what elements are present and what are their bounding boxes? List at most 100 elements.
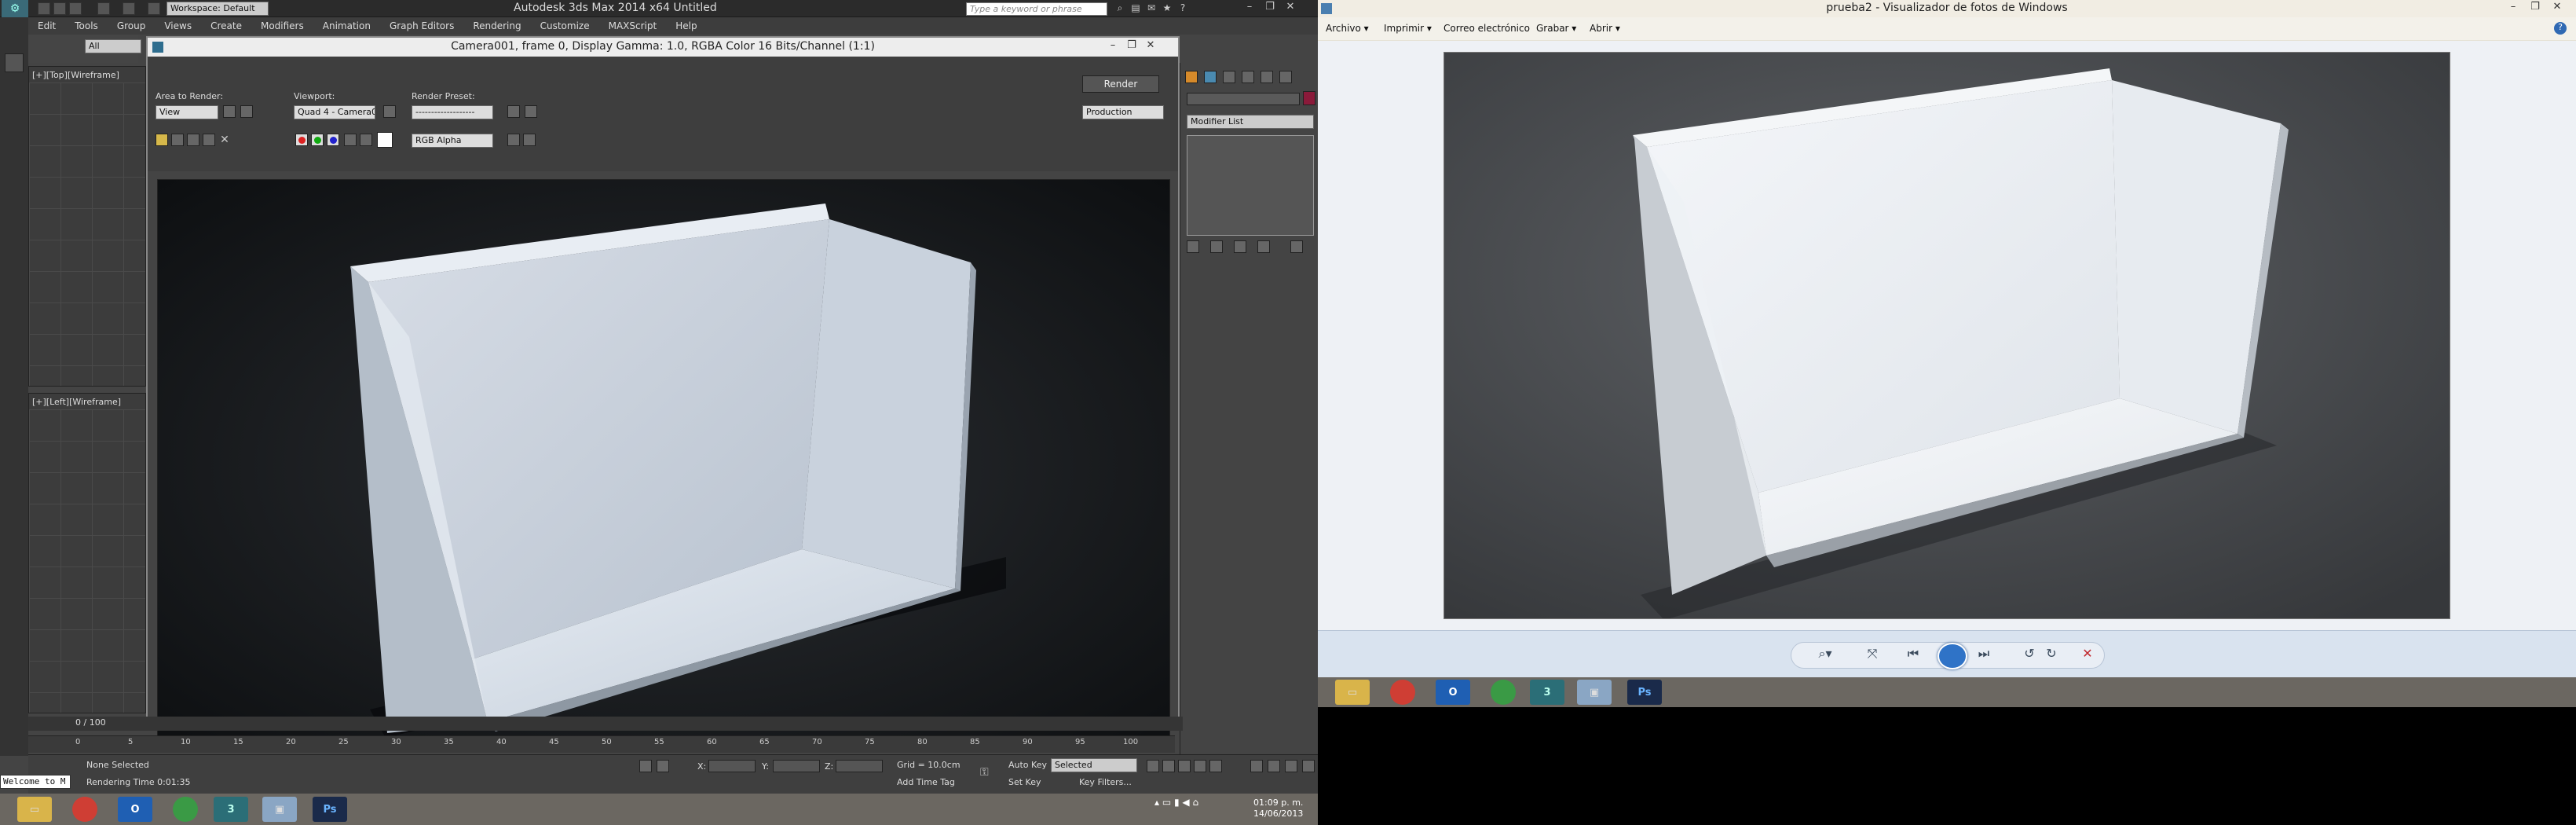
new-icon[interactable] — [38, 2, 50, 15]
close-icon[interactable]: ✕ — [1282, 1, 1299, 15]
actual-size-icon[interactable]: ⤧ — [1862, 646, 1883, 666]
play-icon[interactable] — [1178, 760, 1191, 772]
minimize-icon[interactable]: – — [1241, 1, 1258, 15]
key-icon[interactable]: ⚿ — [980, 766, 993, 779]
workspace-dropdown[interactable]: Workspace: Default — [166, 2, 269, 16]
environment-icon[interactable] — [525, 105, 537, 118]
menu-imprimir[interactable]: Imprimir ▾ — [1384, 23, 1432, 34]
create-tab-icon[interactable] — [1185, 71, 1198, 83]
delete-icon[interactable]: ✕ — [2077, 646, 2098, 666]
y-coordinate-field[interactable] — [773, 760, 820, 772]
menu-graph-editors[interactable]: Graph Editors — [380, 20, 463, 31]
render-button[interactable]: Render — [1082, 75, 1159, 93]
photoshop-icon[interactable]: Ps — [1627, 680, 1662, 705]
key-filters-button[interactable]: Key Filters... — [1079, 777, 1132, 787]
open-icon[interactable] — [53, 2, 66, 15]
minimize-icon[interactable]: – — [1104, 39, 1122, 53]
selection-lock-icon[interactable] — [639, 760, 652, 772]
outlook-icon[interactable]: O — [1436, 680, 1470, 705]
modify-tab-icon[interactable] — [1204, 71, 1217, 83]
redo-icon[interactable] — [123, 2, 135, 15]
menu-create[interactable]: Create — [201, 20, 251, 31]
menu-abrir[interactable]: Abrir ▾ — [1590, 23, 1620, 34]
track-bar[interactable]: 0 5 10 15 20 25 30 35 40 45 50 55 60 65 … — [28, 735, 1175, 753]
viewport-left[interactable]: [+][Left][Wireframe] — [28, 393, 146, 713]
folder-icon[interactable]: ▭ — [17, 797, 52, 822]
clear-icon[interactable]: ✕ — [218, 134, 231, 146]
hierarchy-tab-icon[interactable] — [1223, 71, 1235, 83]
rotate-left-icon[interactable]: ↺ — [2019, 646, 2040, 666]
color-swatch-icon[interactable] — [377, 132, 393, 148]
remove-modifier-icon[interactable] — [1257, 240, 1270, 253]
set-key-button[interactable]: Set Key — [1008, 777, 1041, 787]
show-end-result-icon[interactable] — [1210, 240, 1223, 253]
maximize-icon[interactable]: ❐ — [2526, 1, 2545, 15]
undo-icon[interactable] — [97, 2, 110, 15]
go-end-icon[interactable] — [1209, 760, 1222, 772]
save-image-icon[interactable] — [156, 134, 168, 146]
edit-region-icon[interactable] — [223, 105, 236, 118]
menu-grabar[interactable]: Grabar ▾ — [1536, 23, 1576, 34]
maximize-icon[interactable]: ❐ — [1261, 1, 1279, 15]
zoom-all-icon[interactable] — [1268, 760, 1280, 772]
viewport-top[interactable]: [+][Top][Wireframe] — [28, 66, 146, 387]
max-logo-icon[interactable]: ⚙ — [2, 0, 28, 17]
menu-customize[interactable]: Customize — [531, 20, 599, 31]
object-color-swatch[interactable] — [1303, 91, 1315, 105]
toggle-display-icon[interactable] — [523, 134, 536, 146]
maximize-icon[interactable]: ❐ — [1123, 39, 1140, 53]
configure-sets-icon[interactable] — [1290, 240, 1303, 253]
x-coordinate-field[interactable] — [708, 760, 756, 772]
lock-icon[interactable] — [383, 105, 396, 118]
channel-dropdown[interactable]: RGB Alpha — [412, 134, 493, 148]
menu-maxscript[interactable]: MAXScript — [599, 20, 667, 31]
display-tab-icon[interactable] — [1261, 71, 1273, 83]
help-icon[interactable]: ? — [2554, 22, 2567, 35]
menu-correo[interactable]: Correo electrónico — [1444, 23, 1530, 34]
outlook-icon[interactable]: O — [118, 797, 152, 822]
minimize-icon[interactable]: – — [2504, 1, 2523, 15]
close-icon[interactable]: ✕ — [2548, 1, 2567, 15]
maxscript-listener[interactable]: Welcome to M — [0, 775, 71, 789]
zoom-icon[interactable] — [1250, 760, 1263, 772]
close-icon[interactable]: ✕ — [1142, 39, 1159, 53]
system-tray[interactable]: ▴ ▭ ▮ ◀ ⌂ — [1154, 797, 1198, 808]
chrome-alt-icon[interactable] — [1491, 680, 1516, 705]
z-coordinate-field[interactable] — [836, 760, 883, 772]
maximize-viewport-icon[interactable] — [1302, 760, 1315, 772]
folder-icon[interactable]: ▭ — [1335, 680, 1370, 705]
clone-frame-icon[interactable] — [187, 134, 199, 146]
viewport-dropdown[interactable]: Quad 4 - Camera0 — [294, 105, 375, 119]
auto-region-icon[interactable] — [240, 105, 253, 118]
chrome-icon[interactable] — [72, 797, 97, 822]
selection-filter-dropdown[interactable]: All — [85, 39, 141, 53]
menu-help[interactable]: Help — [666, 20, 706, 31]
object-name-field[interactable] — [1187, 93, 1300, 105]
green-channel-icon[interactable] — [311, 134, 324, 146]
next-icon[interactable]: ⏭ — [1974, 646, 1994, 666]
menu-archivo[interactable]: Archivo ▾ — [1326, 23, 1369, 34]
mono-icon[interactable] — [360, 134, 372, 146]
project-icon[interactable] — [148, 2, 160, 15]
modifier-list-dropdown[interactable]: Modifier List — [1187, 115, 1314, 129]
key-set-dropdown[interactable]: Selected — [1051, 758, 1137, 772]
menu-group[interactable]: Group — [108, 20, 156, 31]
absolute-mode-icon[interactable] — [657, 760, 669, 772]
menu-animation[interactable]: Animation — [313, 20, 380, 31]
zoom-icon[interactable]: ⌕▾ — [1815, 646, 1835, 666]
photo-viewer-icon[interactable]: ▣ — [1577, 680, 1612, 705]
copy-image-icon[interactable] — [171, 134, 184, 146]
menu-tools[interactable]: Tools — [65, 20, 108, 31]
preset-dropdown[interactable]: ------------------- — [412, 105, 493, 119]
modifier-stack[interactable] — [1187, 135, 1314, 236]
chrome-icon[interactable] — [1390, 680, 1415, 705]
binoculars-icon[interactable]: ⌕ — [1114, 2, 1126, 15]
3dsmax-icon[interactable]: 3 — [214, 797, 248, 822]
viewport-top-label[interactable]: [+][Top][Wireframe] — [32, 70, 119, 80]
search-input[interactable]: Type a keyword or phrase — [966, 2, 1107, 16]
photo-viewer-icon[interactable]: ▣ — [262, 797, 297, 822]
add-time-tag[interactable]: Add Time Tag — [897, 777, 955, 787]
utilities-tab-icon[interactable] — [1279, 71, 1292, 83]
toggle-toolbar-icon[interactable] — [507, 134, 520, 146]
next-frame-icon[interactable] — [1194, 760, 1206, 772]
